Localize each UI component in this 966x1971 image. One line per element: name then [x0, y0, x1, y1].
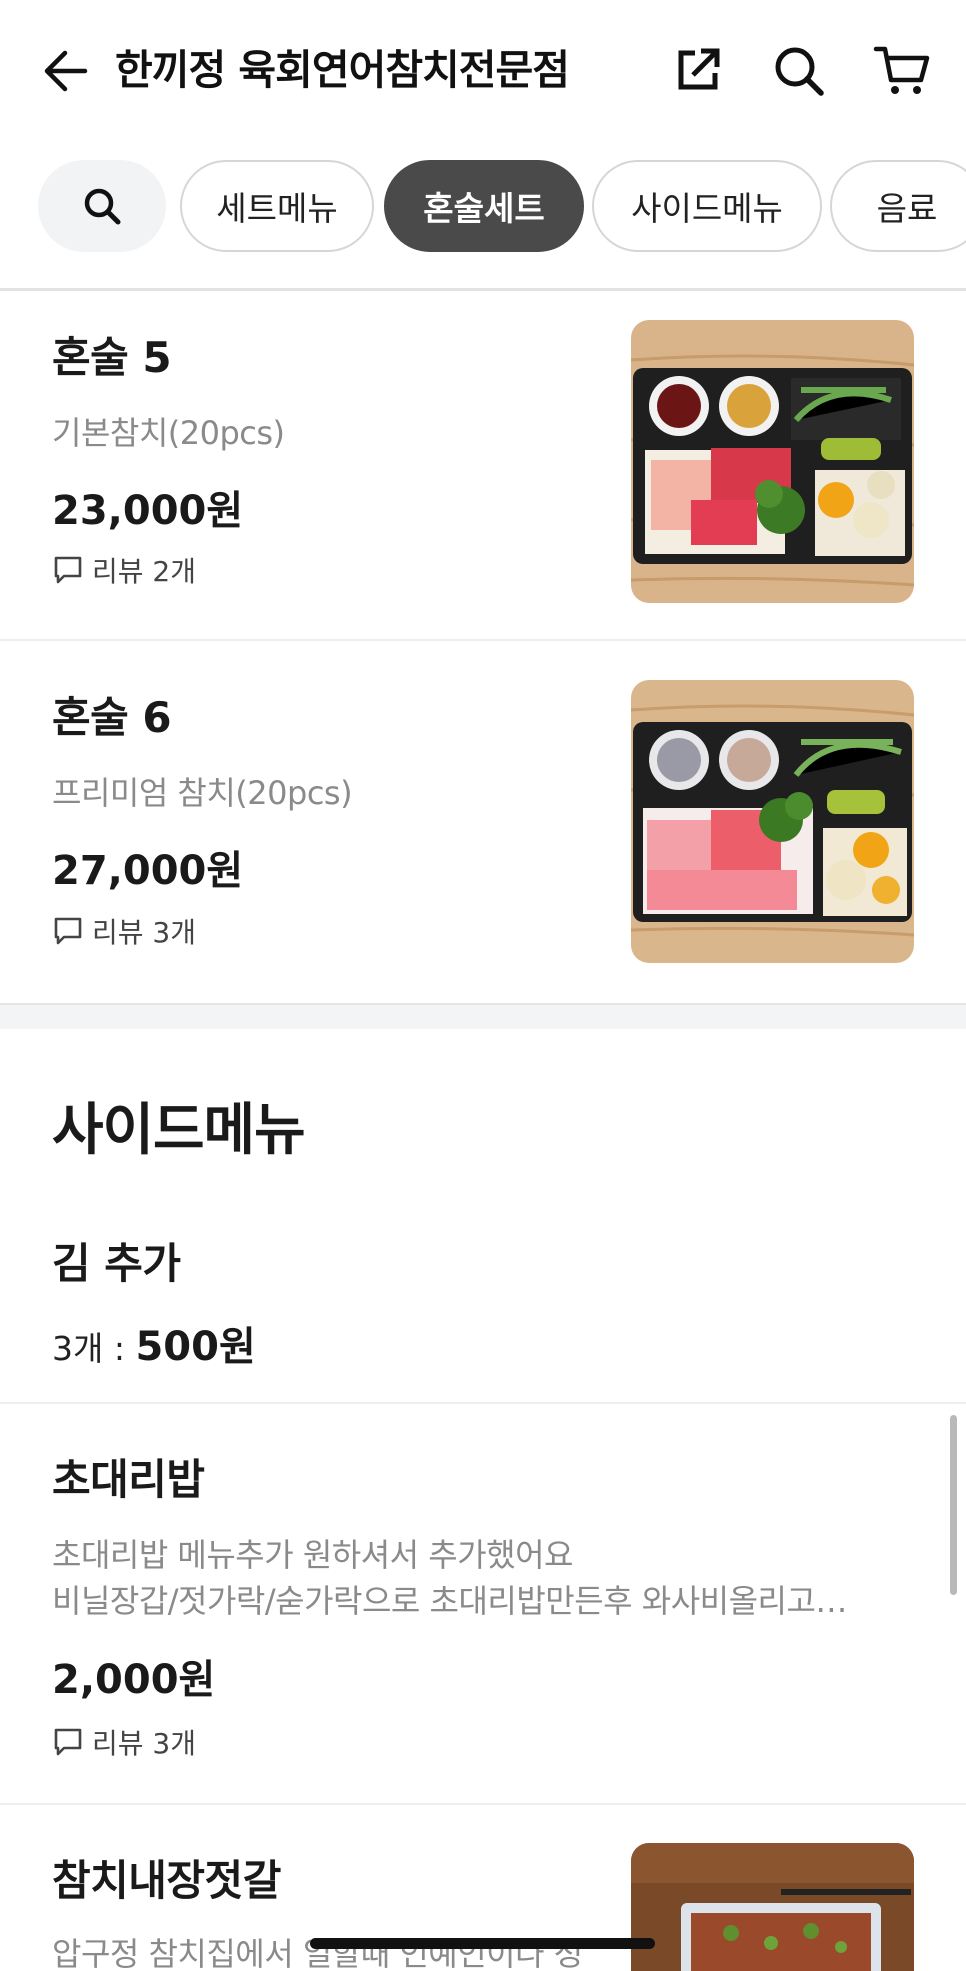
item-price-line: 3개 : 500원: [52, 1314, 256, 1372]
arrow-left-icon: [44, 50, 88, 92]
search-icon: [84, 188, 121, 225]
tabs-divider: [0, 288, 966, 291]
search-icon: [775, 47, 824, 96]
item-description-line2: 비닐장갑/젓가락/숟가락으로 초대리밥만든후 와사비올리고…: [52, 1582, 847, 1620]
item-photo: [631, 320, 914, 603]
tab-search-button[interactable]: [38, 160, 166, 252]
item-photo: [631, 680, 914, 963]
search-button[interactable]: [764, 36, 834, 106]
tab-set-menu[interactable]: 세트메뉴: [180, 160, 374, 252]
category-tabs: 세트메뉴 혼술세트 사이드메뉴 음료: [0, 150, 966, 260]
store-title: 한끼정 육회연어참치전문점: [115, 46, 570, 94]
scrollbar[interactable]: [950, 1415, 957, 1595]
item-photo: [631, 1843, 914, 1971]
cart-button[interactable]: [866, 36, 938, 106]
home-indicator: [310, 1938, 655, 1949]
item-name: 김 추가: [52, 1239, 181, 1288]
item-price: 27,000원: [52, 848, 244, 894]
tab-side-menu[interactable]: 사이드메뉴: [592, 160, 822, 252]
review-count: 리뷰 2개: [52, 550, 196, 590]
tab-drinks[interactable]: 음료: [830, 160, 966, 252]
item-price: 2,000원: [52, 1657, 216, 1703]
menu-item[interactable]: 김 추가 3개 : 500원: [0, 1210, 966, 1402]
item-price: 23,000원: [52, 488, 244, 534]
cart-icon: [873, 46, 930, 94]
item-description: 압구정 참치집에서 일할때 인예인이나 성: [52, 1935, 583, 1971]
review-count-text: 리뷰 3개: [92, 1727, 196, 1760]
back-button[interactable]: [30, 36, 100, 106]
menu-item[interactable]: 혼술 5 기본참치(20pcs) 23,000원 리뷰 2개: [0, 292, 966, 640]
menu-item[interactable]: 혼술 6 프리미엄 참치(20pcs) 27,000원 리뷰 3개: [0, 641, 966, 1001]
section-separator: [0, 1003, 966, 1029]
item-price: 500원: [135, 1324, 256, 1370]
item-name: 참치내장젓갈: [52, 1856, 281, 1905]
comment-icon: [54, 917, 82, 945]
share-button[interactable]: [664, 36, 732, 104]
comment-icon: [54, 556, 82, 584]
item-name: 초대리밥: [52, 1455, 205, 1504]
item-description: 프리미엄 참치(20pcs): [52, 774, 353, 812]
item-name: 혼술 5: [52, 333, 172, 382]
menu-item[interactable]: 초대리밥 초대리밥 메뉴추가 원하셔서 추가했어요 비닐장갑/젓가락/숟가락으로…: [0, 1404, 966, 1804]
share-icon: [678, 48, 720, 90]
item-name: 혼술 6: [52, 693, 172, 742]
comment-icon: [54, 1728, 82, 1756]
review-count: 리뷰 3개: [52, 911, 196, 951]
review-count-text: 리뷰 2개: [92, 555, 196, 588]
tab-solo-drink-set[interactable]: 혼술세트: [384, 160, 584, 252]
item-description-line1: 초대리밥 메뉴추가 원하셔서 추가했어요: [52, 1536, 574, 1574]
app-header: 한끼정 육회연어참치전문점: [0, 0, 966, 140]
section-title: 사이드메뉴: [52, 1098, 306, 1163]
review-count-text: 리뷰 3개: [92, 916, 196, 949]
review-count: 리뷰 3개: [52, 1722, 196, 1762]
item-quantity: 3개 :: [52, 1329, 136, 1368]
item-description: 기본참치(20pcs): [52, 414, 285, 452]
